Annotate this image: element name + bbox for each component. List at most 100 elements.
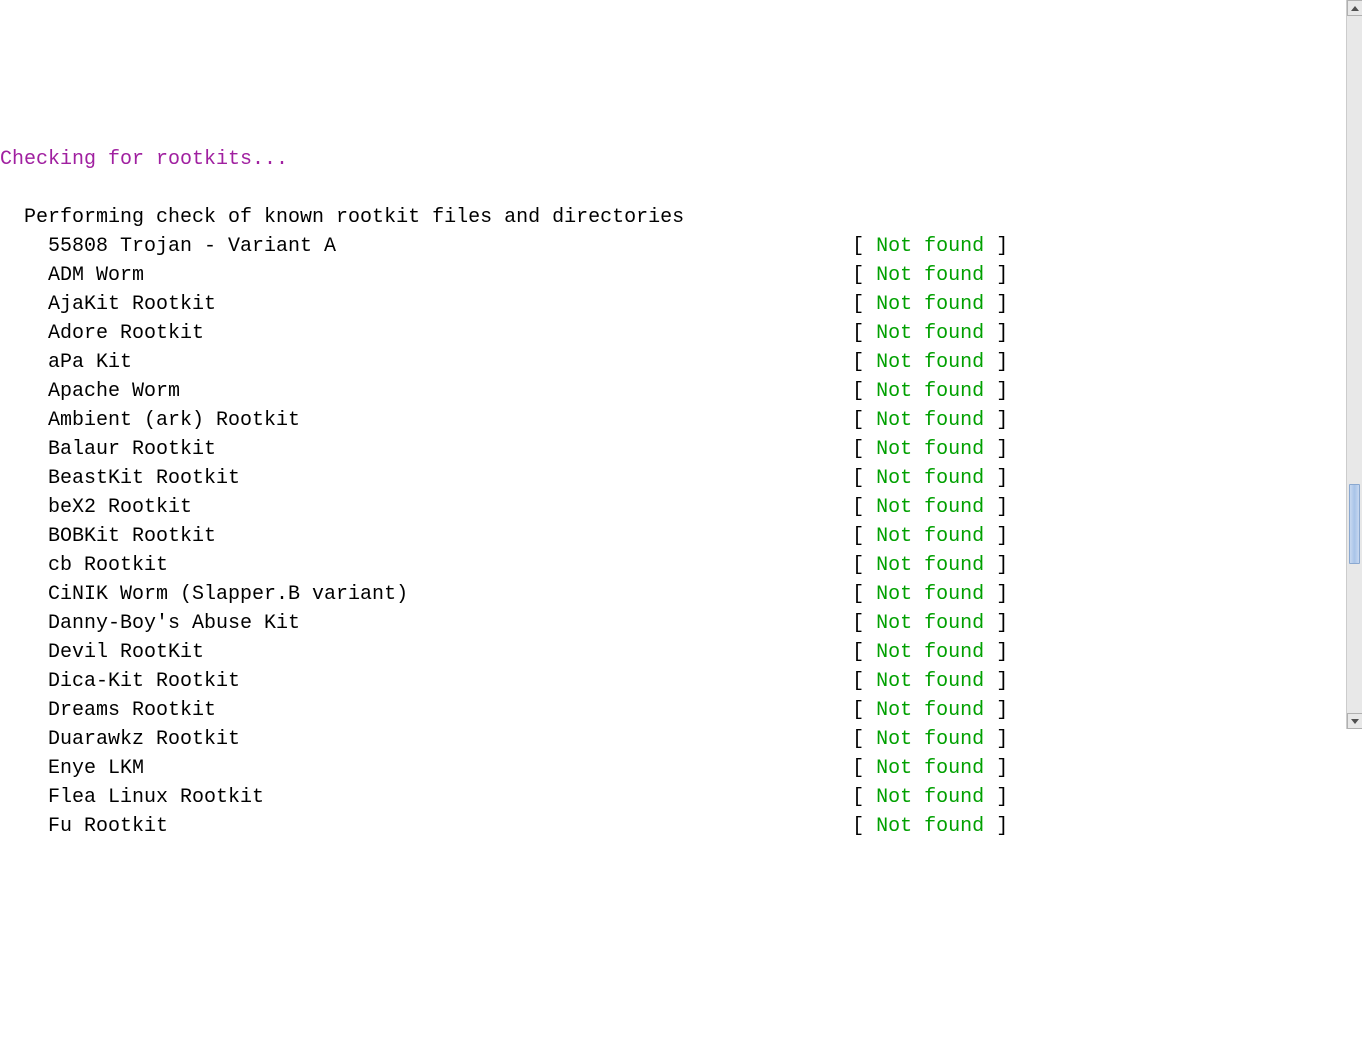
rootkit-check-row: Adore Rootkit [ Not found ] — [0, 319, 1342, 348]
scroll-track[interactable] — [1347, 16, 1362, 713]
rootkit-name: CiNIK Worm (Slapper.B variant) — [0, 580, 852, 609]
status-text: Not found — [876, 699, 984, 722]
rootkit-check-row: Fu Rootkit [ Not found ] — [0, 812, 1342, 841]
chevron-down-icon — [1351, 719, 1359, 724]
rootkit-name: Duarawkz Rootkit — [0, 725, 852, 754]
status-text: Not found — [876, 583, 984, 606]
status-bracket-open: [ — [852, 670, 876, 693]
section-subheading: Performing check of known rootkit files … — [0, 206, 684, 229]
rootkit-name: Apache Worm — [0, 377, 852, 406]
rootkit-check-list: 55808 Trojan - Variant A [ Not found ] A… — [0, 232, 1342, 841]
chevron-up-icon — [1351, 6, 1359, 11]
status-text: Not found — [876, 351, 984, 374]
status-text: Not found — [876, 380, 984, 403]
rootkit-name: beX2 Rootkit — [0, 493, 852, 522]
vertical-scrollbar[interactable] — [1346, 0, 1362, 729]
status-bracket-open: [ — [852, 815, 876, 838]
section-heading: Checking for rootkits... — [0, 148, 288, 171]
rootkit-name: BOBKit Rootkit — [0, 522, 852, 551]
rootkit-check-row: Ambient (ark) Rootkit [ Not found ] — [0, 406, 1342, 435]
status-bracket-open: [ — [852, 438, 876, 461]
status-bracket-open: [ — [852, 525, 876, 548]
status-bracket-close: ] — [984, 235, 1008, 258]
status-bracket-open: [ — [852, 728, 876, 751]
status-text: Not found — [876, 641, 984, 664]
status-bracket-open: [ — [852, 293, 876, 316]
status-bracket-close: ] — [984, 351, 1008, 374]
status-bracket-close: ] — [984, 583, 1008, 606]
status-bracket-open: [ — [852, 641, 876, 664]
rootkit-name: Danny-Boy's Abuse Kit — [0, 609, 852, 638]
rootkit-check-row: Enye LKM [ Not found ] — [0, 754, 1342, 783]
rootkit-name: 55808 Trojan - Variant A — [0, 232, 852, 261]
status-bracket-close: ] — [984, 554, 1008, 577]
rootkit-name: aPa Kit — [0, 348, 852, 377]
status-bracket-close: ] — [984, 699, 1008, 722]
rootkit-check-row: Balaur Rootkit [ Not found ] — [0, 435, 1342, 464]
rootkit-check-row: BeastKit Rootkit [ Not found ] — [0, 464, 1342, 493]
rootkit-check-row: CiNIK Worm (Slapper.B variant) [ Not fou… — [0, 580, 1342, 609]
rootkit-name: cb Rootkit — [0, 551, 852, 580]
rootkit-check-row: BOBKit Rootkit [ Not found ] — [0, 522, 1342, 551]
rootkit-check-row: Devil RootKit [ Not found ] — [0, 638, 1342, 667]
status-bracket-close: ] — [984, 757, 1008, 780]
rootkit-check-row: Dica-Kit Rootkit [ Not found ] — [0, 667, 1342, 696]
status-bracket-open: [ — [852, 351, 876, 374]
status-text: Not found — [876, 496, 984, 519]
terminal-output: Checking for rootkits... Performing chec… — [0, 116, 1342, 845]
status-bracket-open: [ — [852, 554, 876, 577]
rootkit-name: Enye LKM — [0, 754, 852, 783]
status-bracket-open: [ — [852, 322, 876, 345]
rootkit-name: Balaur Rootkit — [0, 435, 852, 464]
status-bracket-close: ] — [984, 438, 1008, 461]
status-text: Not found — [876, 815, 984, 838]
status-text: Not found — [876, 612, 984, 635]
status-bracket-close: ] — [984, 264, 1008, 287]
rootkit-name: Devil RootKit — [0, 638, 852, 667]
status-bracket-open: [ — [852, 757, 876, 780]
status-text: Not found — [876, 670, 984, 693]
rootkit-check-row: aPa Kit [ Not found ] — [0, 348, 1342, 377]
status-text: Not found — [876, 554, 984, 577]
status-bracket-close: ] — [984, 293, 1008, 316]
status-bracket-open: [ — [852, 235, 876, 258]
status-bracket-open: [ — [852, 786, 876, 809]
status-bracket-close: ] — [984, 612, 1008, 635]
rootkit-name: BeastKit Rootkit — [0, 464, 852, 493]
status-bracket-close: ] — [984, 728, 1008, 751]
status-bracket-close: ] — [984, 641, 1008, 664]
status-text: Not found — [876, 235, 984, 258]
scroll-up-button[interactable] — [1347, 0, 1362, 16]
status-bracket-close: ] — [984, 467, 1008, 490]
scroll-thumb[interactable] — [1349, 484, 1360, 564]
status-text: Not found — [876, 525, 984, 548]
rootkit-check-row: Apache Worm [ Not found ] — [0, 377, 1342, 406]
status-text: Not found — [876, 264, 984, 287]
rootkit-name: Adore Rootkit — [0, 319, 852, 348]
status-text: Not found — [876, 409, 984, 432]
status-bracket-open: [ — [852, 496, 876, 519]
rootkit-name: ADM Worm — [0, 261, 852, 290]
rootkit-check-row: Danny-Boy's Abuse Kit [ Not found ] — [0, 609, 1342, 638]
status-bracket-close: ] — [984, 496, 1008, 519]
rootkit-name: AjaKit Rootkit — [0, 290, 852, 319]
status-text: Not found — [876, 438, 984, 461]
rootkit-check-row: Flea Linux Rootkit [ Not found ] — [0, 783, 1342, 812]
status-bracket-close: ] — [984, 380, 1008, 403]
status-bracket-close: ] — [984, 786, 1008, 809]
rootkit-name: Ambient (ark) Rootkit — [0, 406, 852, 435]
status-text: Not found — [876, 786, 984, 809]
status-bracket-open: [ — [852, 699, 876, 722]
status-text: Not found — [876, 728, 984, 751]
status-text: Not found — [876, 757, 984, 780]
status-text: Not found — [876, 322, 984, 345]
status-bracket-open: [ — [852, 583, 876, 606]
rootkit-check-row: Duarawkz Rootkit [ Not found ] — [0, 725, 1342, 754]
rootkit-check-row: cb Rootkit [ Not found ] — [0, 551, 1342, 580]
rootkit-name: Dreams Rootkit — [0, 696, 852, 725]
status-bracket-open: [ — [852, 264, 876, 287]
rootkit-check-row: beX2 Rootkit [ Not found ] — [0, 493, 1342, 522]
rootkit-name: Dica-Kit Rootkit — [0, 667, 852, 696]
scroll-down-button[interactable] — [1347, 713, 1362, 729]
status-text: Not found — [876, 293, 984, 316]
